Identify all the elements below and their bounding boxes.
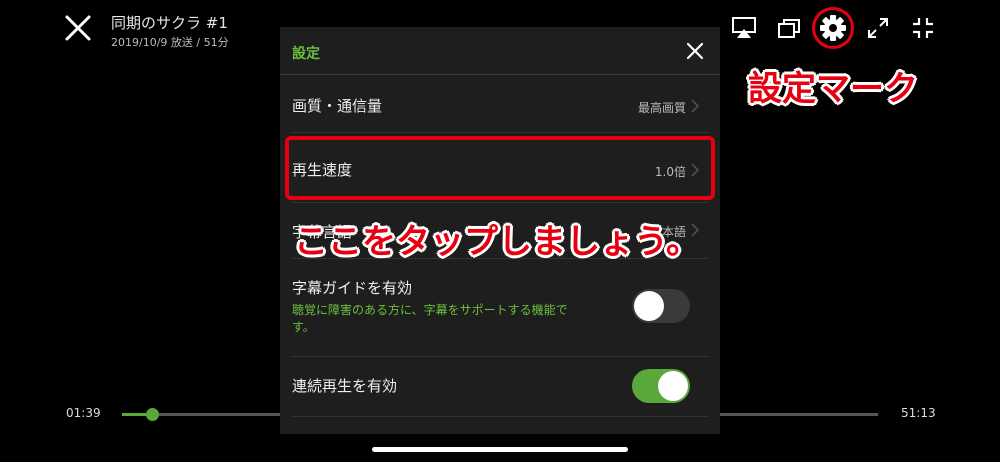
current-time: 01:39: [66, 406, 101, 420]
duration: 51:13: [901, 406, 936, 420]
tap-callout: ここをタップしましょう。: [294, 222, 700, 262]
settings-header: 設定: [280, 27, 720, 75]
home-indicator[interactable]: [372, 447, 628, 452]
expand-icon[interactable]: [860, 10, 896, 46]
highlight-box-playback-speed: [285, 136, 715, 200]
row-label: 連続再生を有効: [292, 377, 398, 395]
chevron-right-icon: [691, 99, 700, 113]
settings-row-continuous-play: 連続再生を有効: [292, 357, 708, 417]
gear-callout: 設定マーク: [748, 69, 918, 109]
row-label: 字幕ガイドを有効: [292, 279, 413, 297]
close-icon[interactable]: [684, 40, 706, 62]
video-subtitle: 2019/10/9 放送 / 51分: [111, 36, 229, 49]
row-value: 最高画質: [637, 101, 686, 115]
continuous-play-toggle[interactable]: [632, 369, 690, 403]
video-title: 同期のサクラ #1: [111, 14, 228, 32]
toggle-knob: [634, 291, 664, 321]
subtitle-guide-toggle[interactable]: [632, 289, 690, 323]
row-description: 聴覚に障害のある方に、字幕をサポートする機能です。: [292, 303, 568, 334]
seek-handle[interactable]: [146, 408, 160, 421]
toggle-knob: [658, 371, 688, 401]
settings-row-quality[interactable]: 画質・通信量 最高画質: [292, 75, 708, 133]
row-label: 画質・通信量: [292, 97, 383, 115]
windows-icon[interactable]: [771, 10, 807, 46]
highlight-circle-gear: [812, 7, 854, 49]
settings-title: 設定: [292, 46, 320, 62]
close-icon[interactable]: [62, 12, 94, 44]
airplay-icon[interactable]: [726, 10, 762, 46]
settings-row-subtitle-guide: 字幕ガイドを有効 聴覚に障害のある方に、字幕をサポートする機能です。: [292, 259, 708, 357]
minimize-icon[interactable]: [905, 10, 941, 46]
